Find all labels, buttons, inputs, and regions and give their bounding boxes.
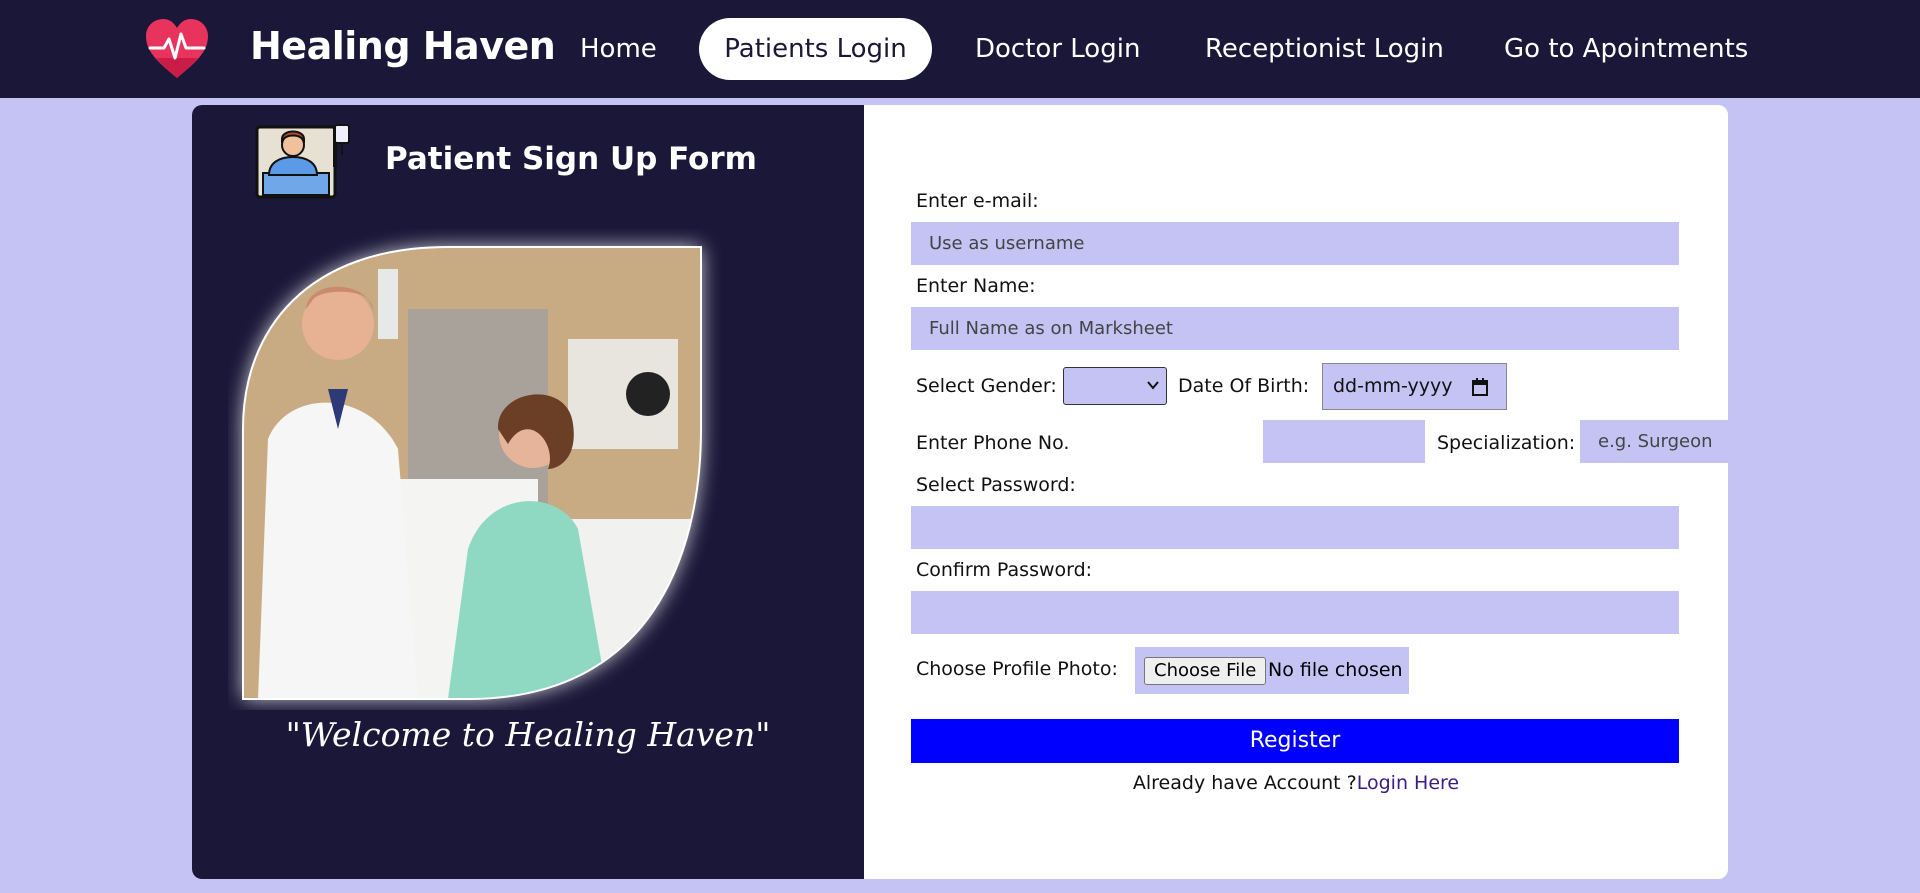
nav-patients-login[interactable]: Patients Login [699, 18, 932, 80]
phone-input[interactable] [1263, 420, 1425, 463]
login-here-link[interactable]: Login Here [1357, 772, 1459, 794]
name-input[interactable] [911, 307, 1679, 350]
patient-in-bed-icon [255, 124, 350, 199]
name-label: Enter Name: [916, 275, 1036, 297]
dob-label: Date Of Birth: [1178, 375, 1310, 397]
file-status-text: No file chosen [1268, 659, 1403, 681]
doctor-patient-photo [228, 229, 803, 710]
register-button[interactable]: Register [911, 719, 1679, 763]
phone-label: Enter Phone No. [916, 432, 1070, 454]
confirm-password-input[interactable] [911, 591, 1679, 634]
profile-photo-label: Choose Profile Photo: [916, 658, 1118, 680]
gender-select[interactable] [1063, 367, 1167, 405]
email-label: Enter e-mail: [916, 190, 1039, 212]
heart-pulse-logo-icon [146, 19, 208, 78]
specialization-label: Specialization: [1437, 432, 1576, 454]
password-label: Select Password: [916, 474, 1076, 496]
signup-form: Enter e-mail: Enter Name: Select Gender:… [864, 105, 1728, 879]
specialization-input[interactable] [1580, 420, 1728, 463]
left-panel: Patient Sign Up Form "Welcome to Healing… [192, 105, 864, 879]
choose-file-button[interactable]: Choose File [1144, 657, 1267, 685]
already-account-text: Already have Account ? [1132, 772, 1357, 794]
brand-name[interactable]: Healing Haven [250, 24, 556, 68]
nav-home[interactable]: Home [580, 18, 657, 80]
form-title: Patient Sign Up Form [385, 141, 757, 177]
calendar-icon[interactable] [1472, 378, 1488, 396]
profile-photo-input[interactable]: Choose File No file chosen [1135, 647, 1409, 694]
password-input[interactable] [911, 506, 1679, 549]
email-input[interactable] [911, 222, 1679, 265]
login-prompt: Already have Account ?Login Here [864, 772, 1728, 794]
nav-appointments[interactable]: Go to Apointments [1504, 18, 1748, 80]
confirm-password-label: Confirm Password: [916, 559, 1093, 581]
dob-value: dd-mm-yyyy [1333, 375, 1453, 397]
chevron-down-icon [1147, 381, 1159, 390]
dob-input[interactable]: dd-mm-yyyy [1322, 363, 1507, 410]
signup-card: Patient Sign Up Form "Welcome to Healing… [192, 105, 1728, 879]
top-navbar: Healing Haven Home Patients Login Doctor… [0, 0, 1920, 98]
gender-label: Select Gender: [916, 375, 1057, 397]
nav-doctor-login[interactable]: Doctor Login [975, 18, 1140, 80]
nav-receptionist-login[interactable]: Receptionist Login [1205, 18, 1444, 80]
welcome-text: "Welcome to Healing Haven" [285, 715, 771, 754]
